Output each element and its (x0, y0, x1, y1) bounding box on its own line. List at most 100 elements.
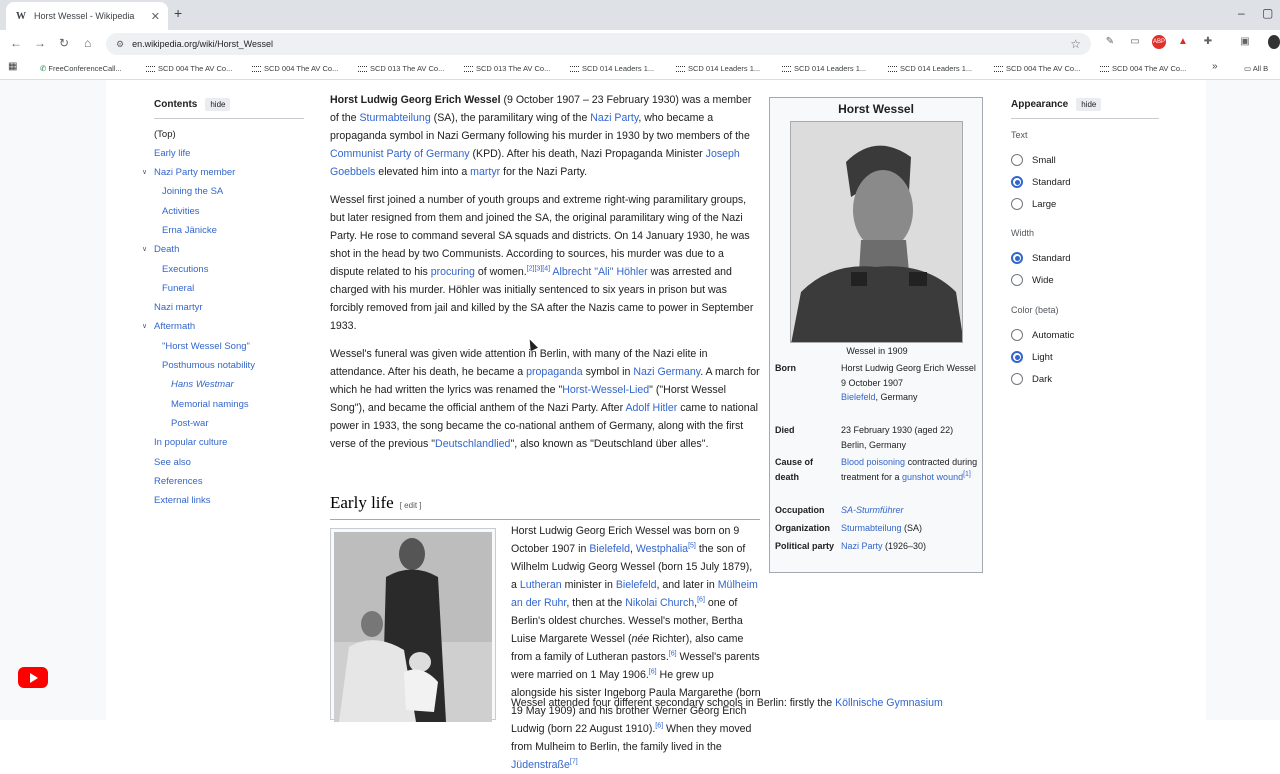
link-blood-poisoning[interactable]: Blood poisoning (841, 457, 905, 467)
bookmark-item[interactable]: SCD 014 Leaders 1... (676, 64, 760, 73)
youtube-icon[interactable] (18, 667, 48, 688)
text-standard-option[interactable]: Standard (1011, 176, 1071, 188)
link-communist-party[interactable]: Communist Party of Germany (330, 148, 470, 160)
pdf-extension-icon[interactable]: ▲ (1176, 35, 1190, 49)
reload-icon[interactable]: ↻ (59, 36, 69, 50)
toc-item-executions[interactable]: Executions (162, 264, 208, 275)
link-lutheran[interactable]: Lutheran (520, 579, 562, 591)
minimize-icon[interactable]: – (1238, 6, 1245, 20)
bookmark-item[interactable]: ✆ FreeConferenceCall... (40, 64, 122, 73)
citation[interactable]: [6] (655, 722, 663, 729)
toc-item-external-links[interactable]: External links (154, 495, 211, 506)
color-dark-option[interactable]: Dark (1011, 373, 1052, 385)
radio-selected-icon[interactable] (1011, 252, 1023, 264)
link-gunshot-wound[interactable]: gunshot wound (902, 472, 963, 482)
address-bar[interactable]: ⚙ en.wikipedia.org/wiki/Horst_Wessel ☆ (106, 33, 1091, 55)
color-automatic-option[interactable]: Automatic (1011, 329, 1074, 341)
link-albrecht-hohler[interactable]: Albrecht "Ali" Höhler (552, 266, 647, 278)
citation[interactable]: [7] (570, 758, 578, 765)
radio-icon[interactable] (1011, 154, 1023, 166)
section-edit-link[interactable]: [ edit ] (400, 501, 422, 510)
toc-item-memorial-namings[interactable]: Memorial namings (171, 399, 249, 410)
citation[interactable]: [6] (669, 650, 677, 657)
bookmark-item[interactable]: SCD 013 The AV Co... (464, 64, 550, 73)
extensions-puzzle-icon[interactable]: ✚ (1201, 35, 1215, 49)
toc-item-posthumous-notability[interactable]: Posthumous notability (162, 360, 255, 371)
toc-item-see-also[interactable]: See also (154, 457, 191, 468)
radio-icon[interactable] (1011, 329, 1023, 341)
toc-item-in-popular-culture[interactable]: In popular culture (154, 437, 227, 448)
extension-icon[interactable]: ▭ (1128, 35, 1142, 49)
link-judenstrasse[interactable]: Jüdenstraße (511, 759, 570, 771)
citation[interactable]: [6] (649, 668, 657, 675)
bookmark-item[interactable]: SCD 004 The AV Co... (994, 64, 1080, 73)
text-large-option[interactable]: Large (1011, 198, 1056, 210)
new-tab-icon[interactable]: + (174, 5, 182, 21)
toc-item-top[interactable]: (Top) (154, 129, 176, 140)
link-propaganda[interactable]: propaganda (526, 366, 583, 378)
link-nazi-party[interactable]: Nazi Party (590, 112, 638, 124)
link-sa-sturmfuhrer[interactable]: SA-Sturmführer (841, 505, 904, 515)
text-small-option[interactable]: Small (1011, 154, 1056, 166)
radio-icon[interactable] (1011, 373, 1023, 385)
bookmark-item[interactable]: SCD 014 Leaders 1... (570, 64, 654, 73)
link-nazi-party-infobox[interactable]: Nazi Party (841, 541, 883, 551)
toc-item-activities[interactable]: Activities (162, 206, 199, 217)
radio-icon[interactable] (1011, 198, 1023, 210)
width-standard-option[interactable]: Standard (1011, 252, 1071, 264)
adblock-icon[interactable]: ABP (1152, 35, 1166, 49)
toc-hide-button[interactable]: hide (205, 98, 231, 111)
toc-item-erna-janicke[interactable]: Erna Jänicke (162, 225, 217, 236)
chevron-down-icon[interactable]: ∨ (142, 168, 147, 176)
link-bielefeld-2[interactable]: Bielefeld (616, 579, 657, 591)
site-info-icon[interactable]: ⚙ (116, 39, 124, 50)
toc-item-nazi-party-member[interactable]: Nazi Party member (154, 167, 235, 178)
bookmark-item[interactable]: SCD 004 The AV Co... (1100, 64, 1186, 73)
link-procuring[interactable]: procuring (431, 266, 475, 278)
toc-item-aftermath[interactable]: Aftermath (154, 321, 195, 332)
link-bielefeld[interactable]: Bielefeld (589, 543, 630, 555)
forward-icon[interactable]: → (34, 36, 46, 50)
link-martyr[interactable]: martyr (470, 166, 500, 178)
apps-grid-icon[interactable]: ▦ (8, 61, 17, 72)
family-photo[interactable] (330, 528, 496, 722)
link-sturmabteilung[interactable]: Sturmabteilung (359, 112, 430, 124)
radio-selected-icon[interactable] (1011, 351, 1023, 363)
profile-avatar[interactable] (1268, 35, 1280, 49)
link-westphalia[interactable]: Westphalia (636, 543, 688, 555)
more-bookmarks-icon[interactable]: » (1212, 61, 1218, 72)
toc-item-joining-the-sa[interactable]: Joining the SA (162, 186, 223, 197)
browser-tab[interactable]: W Horst Wessel - Wikipedia ✕ (6, 2, 168, 30)
appearance-hide-button[interactable]: hide (1076, 98, 1102, 111)
bookmark-item[interactable]: SCD 004 The AV Co... (252, 64, 338, 73)
toc-item-hans-westmar[interactable]: Hans Westmar (171, 379, 234, 390)
toc-item-post-war[interactable]: Post-war (171, 418, 208, 429)
maximize-icon[interactable]: ▢ (1262, 6, 1273, 20)
all-bookmarks[interactable]: ▭ All B (1244, 64, 1268, 73)
chevron-down-icon[interactable]: ∨ (142, 322, 147, 330)
toc-item-early-life[interactable]: Early life (154, 148, 190, 159)
link-adolf-hitler[interactable]: Adolf Hitler (625, 402, 677, 414)
radio-icon[interactable] (1011, 274, 1023, 286)
link-bielefeld-infobox[interactable]: Bielefeld (841, 392, 876, 402)
home-icon[interactable]: ⌂ (84, 36, 91, 50)
toc-item-funeral[interactable]: Funeral (162, 283, 194, 294)
width-wide-option[interactable]: Wide (1011, 274, 1054, 286)
bookmark-item[interactable]: SCD 014 Leaders 1... (782, 64, 866, 73)
toc-item-references[interactable]: References (154, 476, 203, 487)
link-nikolai-church[interactable]: Nikolai Church (625, 597, 694, 609)
citation[interactable]: [1] (963, 471, 971, 478)
toc-item-horst-wessel-song[interactable]: "Horst Wessel Song" (162, 341, 250, 352)
link-kollnische-gymnasium[interactable]: Köllnische Gymnasium (835, 697, 943, 709)
back-icon[interactable]: ← (10, 36, 22, 50)
portrait-image[interactable] (790, 121, 963, 343)
chevron-down-icon[interactable]: ∨ (142, 245, 147, 253)
link-deutschlandlied[interactable]: Deutschlandlied (435, 438, 510, 450)
toc-item-death[interactable]: Death (154, 244, 179, 255)
close-tab-icon[interactable]: ✕ (151, 10, 160, 23)
citation[interactable]: [6] (697, 596, 705, 603)
link-nazi-germany[interactable]: Nazi Germany (633, 366, 700, 378)
citation[interactable]: [5] (688, 542, 696, 549)
radio-selected-icon[interactable] (1011, 176, 1023, 188)
link-horst-wessel-lied[interactable]: Horst-Wessel-Lied (562, 384, 649, 396)
